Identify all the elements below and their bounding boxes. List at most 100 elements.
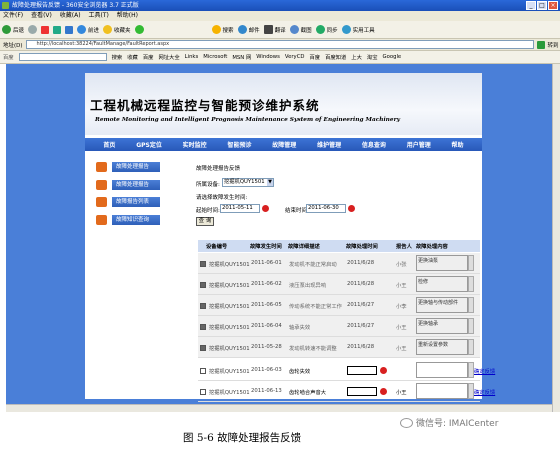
nav-gps[interactable]: GPS定位	[136, 140, 162, 149]
calendar-icon[interactable]	[348, 205, 355, 212]
nav-users[interactable]: 用户管理	[407, 140, 431, 149]
fav-item[interactable]: Google	[383, 54, 402, 60]
go-icon[interactable]	[536, 40, 545, 49]
mail-button[interactable]: 邮件	[237, 25, 260, 34]
start-date-input[interactable]: 2011-05-11	[220, 204, 260, 213]
search-button[interactable]: 搜索	[211, 25, 234, 34]
cell-date: 2011-06-03	[251, 367, 282, 373]
content-textarea[interactable]: 检修	[416, 276, 468, 292]
fav-item[interactable]: 百度	[143, 53, 154, 61]
table-row: 挖掘机QUY1501 2011-06-05 传动系统不能正常工作 2011/6/27 小…	[198, 295, 480, 316]
nav-prognosis[interactable]: 智能预诊	[227, 140, 251, 149]
horizontal-scrollbar[interactable]	[6, 404, 552, 412]
content-textarea[interactable]: 重新设置参数	[416, 339, 468, 355]
back-button[interactable]: 后退	[2, 25, 24, 34]
sync-icon	[315, 25, 325, 34]
favorites-bar: 百度 搜索 收藏 百度 网址大全 Links Microsoft MSN 网 W…	[0, 51, 560, 64]
sidebar-item-knowledge[interactable]: 故障知识查询	[96, 215, 160, 225]
fav-item[interactable]: 收藏	[127, 53, 138, 61]
menu-view[interactable]: 查看(V)	[31, 12, 52, 19]
end-date-input[interactable]: 2011-06-30	[306, 204, 346, 213]
close-icon[interactable]: ×	[548, 1, 558, 10]
handled-input[interactable]	[347, 366, 377, 375]
content-textarea[interactable]: 更换油泵	[416, 255, 468, 271]
fav-item[interactable]: Microsoft	[203, 54, 227, 60]
menu-tools[interactable]: 工具(T)	[89, 12, 109, 19]
mail-icon	[237, 25, 247, 34]
calendar-icon[interactable]	[380, 388, 387, 395]
fav-item[interactable]: Windows	[256, 54, 280, 60]
vertical-scrollbar[interactable]	[552, 64, 560, 412]
row-checkbox[interactable]	[200, 261, 206, 267]
fav-item[interactable]: 上大	[351, 53, 362, 61]
menu-help[interactable]: 帮助(H)	[117, 12, 138, 19]
menu-file[interactable]: 文件(F)	[3, 12, 23, 19]
textarea-scrollbar[interactable]	[468, 318, 474, 334]
handled-input[interactable]	[347, 387, 377, 396]
textarea-scrollbar[interactable]	[468, 339, 474, 355]
minimize-icon[interactable]: _	[526, 1, 536, 10]
content-textarea[interactable]: 更换轴承	[416, 318, 468, 334]
calendar-icon[interactable]	[262, 205, 269, 212]
textarea-scrollbar[interactable]	[468, 276, 474, 292]
nav-monitor[interactable]: 实时监控	[183, 140, 207, 149]
textarea-scrollbar[interactable]	[468, 255, 474, 271]
device-label: 所属设备:	[196, 182, 220, 188]
sidebar-item-handle[interactable]: 故障处理报告	[96, 180, 160, 190]
row-checkbox[interactable]	[200, 303, 206, 309]
main-nav: 首页 GPS定位 实时监控 智能预诊 故障管理 维护管理 信息查询 用户管理 帮…	[85, 138, 482, 151]
content-textarea[interactable]: 更换轴与传动部件	[416, 297, 468, 313]
fav-item[interactable]: 淘宝	[367, 53, 378, 61]
table-row: 挖掘机QUY1501 2011-06-13 齿轮啮合声音大 小王 确定反馈	[198, 381, 495, 402]
content-textarea[interactable]	[416, 383, 468, 399]
undo-button[interactable]: 前进	[77, 25, 99, 34]
fav-item[interactable]: 网址大全	[158, 53, 179, 61]
confirm-feedback-link[interactable]: 确定反馈	[474, 388, 495, 396]
fav-item[interactable]: 搜索	[112, 53, 123, 61]
maximize-icon[interactable]: □	[537, 1, 547, 10]
address-input[interactable]: http://localhost:38224/FaultManage/Fault…	[25, 40, 534, 49]
cell-device: 挖掘机QUY1501	[209, 390, 250, 396]
translate-button[interactable]: 翻译	[263, 25, 286, 34]
tools-button[interactable]: 实用工具	[341, 25, 375, 34]
row-checkbox[interactable]	[200, 345, 206, 351]
fav-item[interactable]: MSN 网	[232, 53, 251, 61]
row-checkbox[interactable]	[200, 282, 206, 288]
fav-item[interactable]: 百度	[309, 53, 320, 61]
row-checkbox[interactable]	[200, 368, 206, 374]
confirm-feedback-link[interactable]: 确定反馈	[474, 367, 495, 375]
menu-favorites[interactable]: 收藏(A)	[60, 12, 81, 19]
device-select[interactable]: 挖掘机QUY1501 ▼	[222, 178, 274, 187]
query-button[interactable]: 查 询	[196, 217, 214, 226]
forward-button[interactable]	[28, 25, 38, 34]
textarea-scrollbar[interactable]	[468, 297, 474, 313]
history-icon[interactable]	[134, 25, 144, 34]
screenshot-button[interactable]: 截图	[289, 25, 312, 34]
content-textarea[interactable]	[416, 362, 468, 378]
row-checkbox[interactable]	[200, 389, 206, 395]
nav-maintenance[interactable]: 维护管理	[317, 140, 341, 149]
stop-icon[interactable]	[41, 25, 50, 34]
nav-help[interactable]: 帮助	[452, 140, 464, 149]
col-content: 故障处理内容	[416, 244, 448, 250]
row-checkbox[interactable]	[200, 324, 206, 330]
address-label: 地址(D)	[3, 42, 23, 49]
fav-item[interactable]: 百度知道	[325, 53, 346, 61]
sync-button[interactable]: 同步	[315, 25, 338, 34]
favbar-search-input[interactable]	[18, 53, 107, 61]
calendar-icon[interactable]	[380, 367, 387, 374]
go-label[interactable]: 转到	[548, 41, 559, 49]
nav-fault[interactable]: 故障管理	[272, 140, 296, 149]
fav-item[interactable]: VeryCD	[285, 54, 305, 60]
cell-reporter: 小王	[396, 325, 407, 331]
favorites-button[interactable]: 收藏夹	[103, 25, 131, 34]
refresh-icon[interactable]	[53, 25, 62, 34]
nav-home[interactable]: 首页	[103, 140, 115, 149]
fav-item[interactable]: Links	[185, 54, 199, 60]
sidebar-item-report[interactable]: 故障处理报告	[96, 162, 160, 172]
home-icon[interactable]	[65, 25, 74, 34]
nav-query[interactable]: 信息查询	[362, 140, 386, 149]
sidebar-item-list[interactable]: 故障报告列表	[96, 197, 160, 207]
start-label: 起始时间:	[196, 208, 220, 214]
cell-desc: 液压泵出现异响	[289, 283, 327, 289]
